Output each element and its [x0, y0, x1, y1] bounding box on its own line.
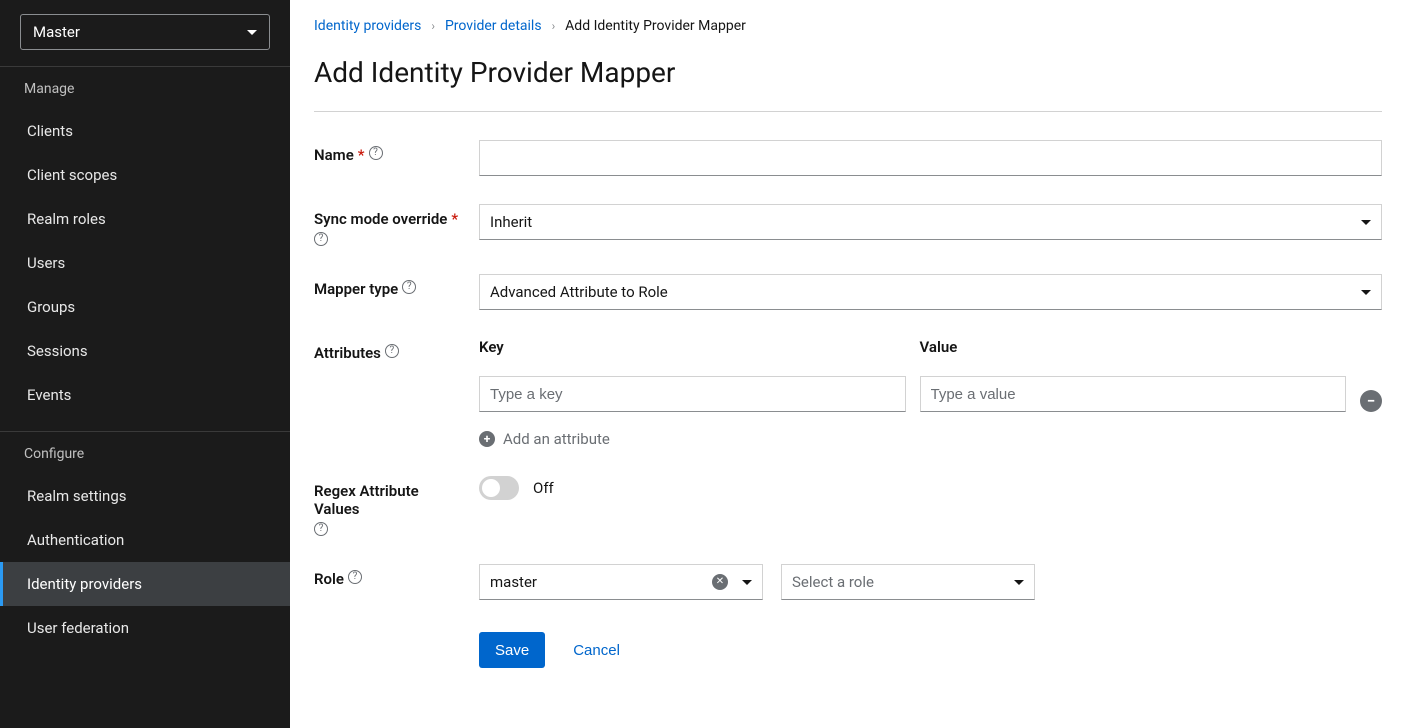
- help-icon[interactable]: ?: [385, 344, 399, 358]
- caret-down-icon: [1361, 220, 1371, 225]
- sidebar: Master Manage Clients Client scopes Real…: [0, 0, 290, 728]
- nav-header-manage: Manage: [0, 66, 290, 109]
- required-indicator: *: [358, 146, 365, 164]
- role-role-select[interactable]: Select a role: [781, 564, 1035, 600]
- realm-selector-wrapper: Master: [0, 0, 290, 66]
- name-label: Name * ?: [314, 140, 479, 176]
- regex-toggle-state: Off: [533, 479, 554, 497]
- role-role-placeholder: Select a role: [792, 573, 1000, 591]
- add-attribute-button[interactable]: + Add an attribute: [479, 430, 1382, 448]
- regex-toggle[interactable]: [479, 476, 519, 500]
- cancel-button[interactable]: Cancel: [573, 642, 620, 659]
- caret-down-icon: [247, 30, 257, 35]
- caret-down-icon: [742, 580, 752, 585]
- attributes-label: Attributes ?: [314, 338, 479, 448]
- minus-icon: −: [1367, 394, 1375, 409]
- breadcrumb-link-2[interactable]: Provider details: [445, 18, 542, 34]
- caret-down-icon: [1361, 290, 1371, 295]
- nav-item-users[interactable]: Users: [0, 241, 290, 285]
- toggle-knob: [482, 479, 500, 497]
- sync-mode-value: Inherit: [490, 213, 532, 231]
- name-input[interactable]: [479, 140, 1382, 176]
- breadcrumb-current: Add Identity Provider Mapper: [565, 18, 746, 34]
- nav-item-groups[interactable]: Groups: [0, 285, 290, 329]
- required-indicator: *: [451, 210, 458, 228]
- breadcrumb-link-1[interactable]: Identity providers: [314, 18, 421, 34]
- nav-item-client-scopes[interactable]: Client scopes: [0, 153, 290, 197]
- mapper-type-select[interactable]: Advanced Attribute to Role: [479, 274, 1382, 310]
- page-title: Add Identity Provider Mapper: [290, 56, 1406, 89]
- sync-mode-select[interactable]: Inherit: [479, 204, 1382, 240]
- remove-attribute-button[interactable]: −: [1360, 390, 1382, 412]
- mapper-type-value: Advanced Attribute to Role: [490, 283, 668, 301]
- nav-header-configure: Configure: [0, 432, 290, 474]
- main-content: Identity providers › Provider details › …: [290, 0, 1406, 728]
- form: Name * ? Sync mode override * ? Inherit: [290, 140, 1406, 668]
- attribute-value-input[interactable]: [920, 376, 1347, 412]
- nav-item-realm-roles[interactable]: Realm roles: [0, 197, 290, 241]
- chevron-right-icon: ›: [552, 19, 556, 33]
- add-attribute-label: Add an attribute: [503, 430, 610, 448]
- sync-mode-label: Sync mode override * ?: [314, 204, 479, 246]
- divider: [314, 111, 1382, 112]
- nav-item-authentication[interactable]: Authentication: [0, 518, 290, 562]
- help-icon[interactable]: ?: [314, 232, 328, 246]
- breadcrumb: Identity providers › Provider details › …: [290, 18, 1406, 34]
- attributes-value-header: Value: [920, 338, 1347, 356]
- help-icon[interactable]: ?: [314, 522, 328, 536]
- nav-item-events[interactable]: Events: [0, 373, 290, 417]
- realm-selected: Master: [33, 23, 80, 41]
- role-client-value: master: [490, 573, 704, 591]
- nav-item-sessions[interactable]: Sessions: [0, 329, 290, 373]
- help-icon[interactable]: ?: [369, 146, 383, 160]
- save-button[interactable]: Save: [479, 632, 545, 668]
- nav-item-user-federation[interactable]: User federation: [0, 606, 290, 650]
- nav-item-clients[interactable]: Clients: [0, 109, 290, 153]
- mapper-type-label: Mapper type ?: [314, 274, 479, 310]
- role-client-select[interactable]: master ✕: [479, 564, 763, 600]
- chevron-right-icon: ›: [431, 19, 435, 33]
- role-label: Role ?: [314, 564, 479, 600]
- caret-down-icon: [1014, 580, 1024, 585]
- nav-item-identity-providers[interactable]: Identity providers: [0, 562, 290, 606]
- regex-label: Regex Attribute Values ?: [314, 476, 479, 536]
- realm-dropdown[interactable]: Master: [20, 14, 270, 50]
- nav-item-realm-settings[interactable]: Realm settings: [0, 474, 290, 518]
- attributes-key-header: Key: [479, 338, 906, 356]
- help-icon[interactable]: ?: [402, 280, 416, 294]
- plus-circle-icon: +: [479, 431, 495, 447]
- attribute-key-input[interactable]: [479, 376, 906, 412]
- help-icon[interactable]: ?: [348, 570, 362, 584]
- clear-icon[interactable]: ✕: [712, 574, 728, 590]
